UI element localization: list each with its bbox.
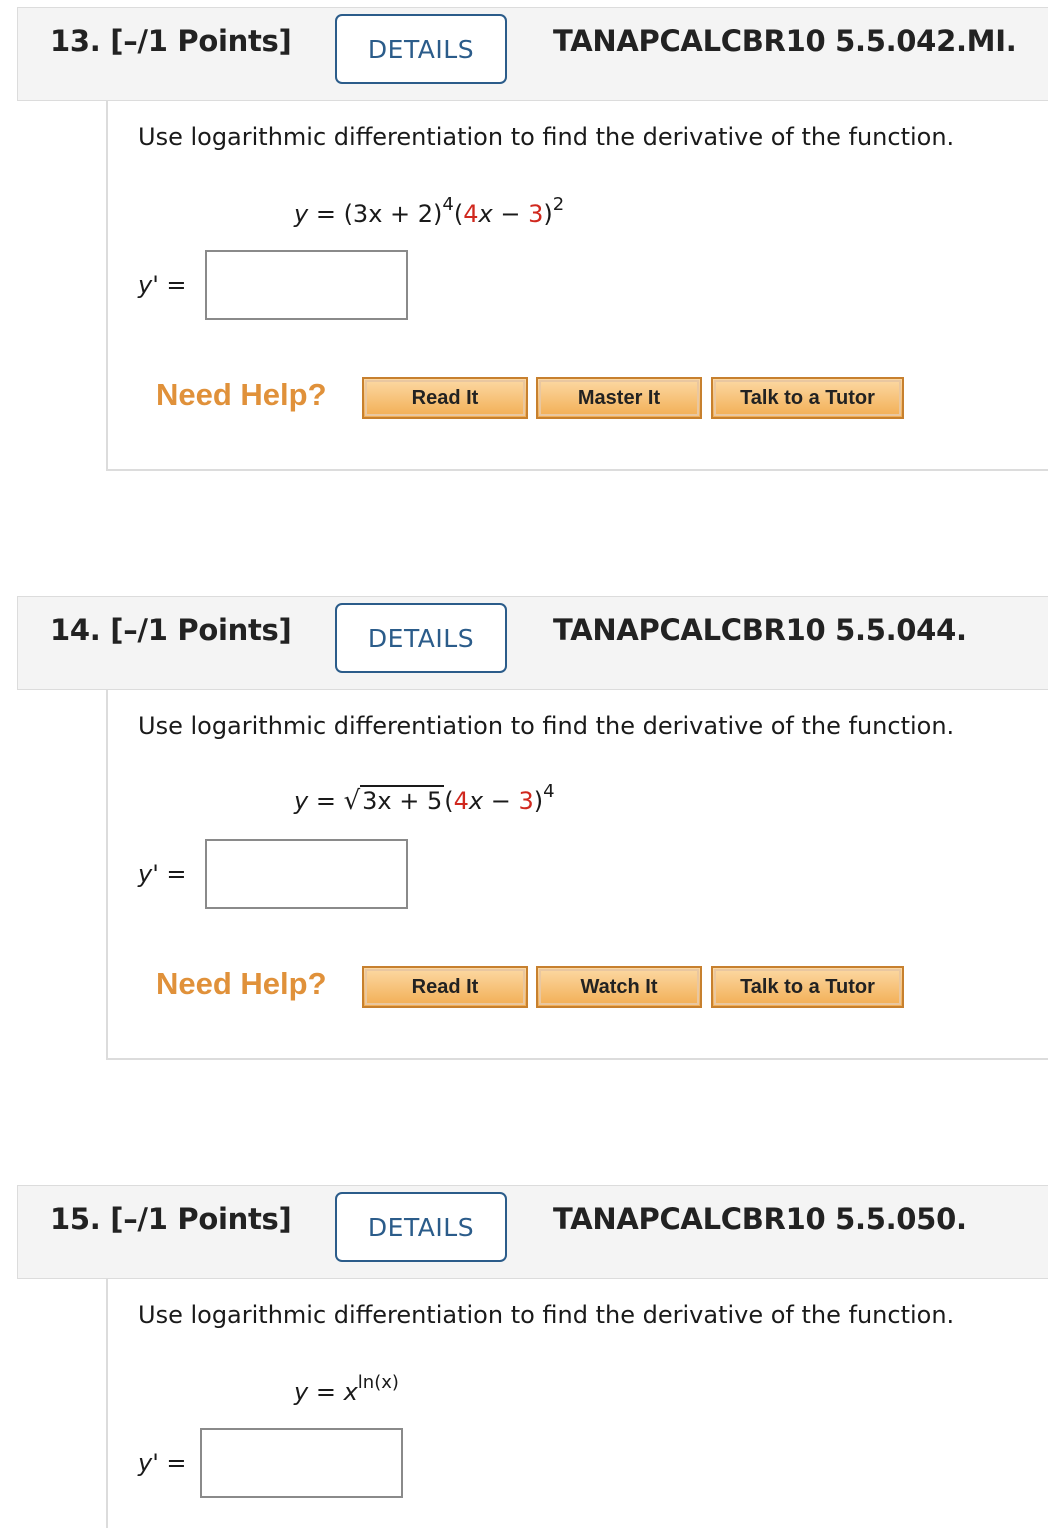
answer-label: y' = — [138, 1449, 187, 1477]
question-header: 14. [–/1 Points] DETAILS TANAPCALCBR10 5… — [17, 596, 1048, 690]
function-equation: y = (3x + 2)4(4x − 3)2 — [294, 194, 565, 228]
need-help-label: Need Help? — [156, 966, 327, 1001]
problem-code: TANAPCALCBR10 5.5.044. — [553, 613, 967, 647]
question-title: 14. [–/1 Points] — [50, 613, 292, 647]
talk-to-tutor-button[interactable]: Talk to a Tutor — [711, 966, 904, 1008]
read-it-button[interactable]: Read It — [362, 966, 528, 1008]
need-help-label: Need Help? — [156, 377, 327, 412]
question-title: 13. [–/1 Points] — [50, 24, 292, 58]
talk-to-tutor-button[interactable]: Talk to a Tutor — [711, 377, 904, 419]
square-root: √3x + 5 — [343, 785, 445, 816]
function-equation: y = √3x + 5(4x − 3)4 — [294, 781, 555, 816]
answer-label: y' = — [138, 860, 187, 888]
question-body: Use logarithmic differentiation to find … — [106, 690, 1048, 1060]
details-button[interactable]: DETAILS — [335, 1192, 507, 1262]
answer-input[interactable] — [205, 839, 408, 909]
prompt-text: Use logarithmic differentiation to find … — [138, 1301, 955, 1329]
answer-input[interactable] — [200, 1428, 403, 1498]
prompt-text: Use logarithmic differentiation to find … — [138, 712, 955, 740]
problem-code: TANAPCALCBR10 5.5.042.MI. — [553, 24, 1017, 58]
details-button[interactable]: DETAILS — [335, 14, 507, 84]
watch-it-button[interactable]: Watch It — [536, 966, 702, 1008]
read-it-button[interactable]: Read It — [362, 377, 528, 419]
question-title: 15. [–/1 Points] — [50, 1202, 292, 1236]
question-header: 15. [–/1 Points] DETAILS TANAPCALCBR10 5… — [17, 1185, 1048, 1279]
answer-input[interactable] — [205, 250, 408, 320]
function-equation: y = xln(x) — [294, 1372, 399, 1406]
answer-label: y' = — [138, 271, 187, 299]
master-it-button[interactable]: Master It — [536, 377, 702, 419]
details-button[interactable]: DETAILS — [335, 603, 507, 673]
problem-code: TANAPCALCBR10 5.5.050. — [553, 1202, 967, 1236]
question-body: Use logarithmic differentiation to find … — [106, 1279, 1048, 1528]
prompt-text: Use logarithmic differentiation to find … — [138, 123, 955, 151]
question-header: 13. [–/1 Points] DETAILS TANAPCALCBR10 5… — [17, 7, 1048, 101]
question-body: Use logarithmic differentiation to find … — [106, 101, 1048, 471]
